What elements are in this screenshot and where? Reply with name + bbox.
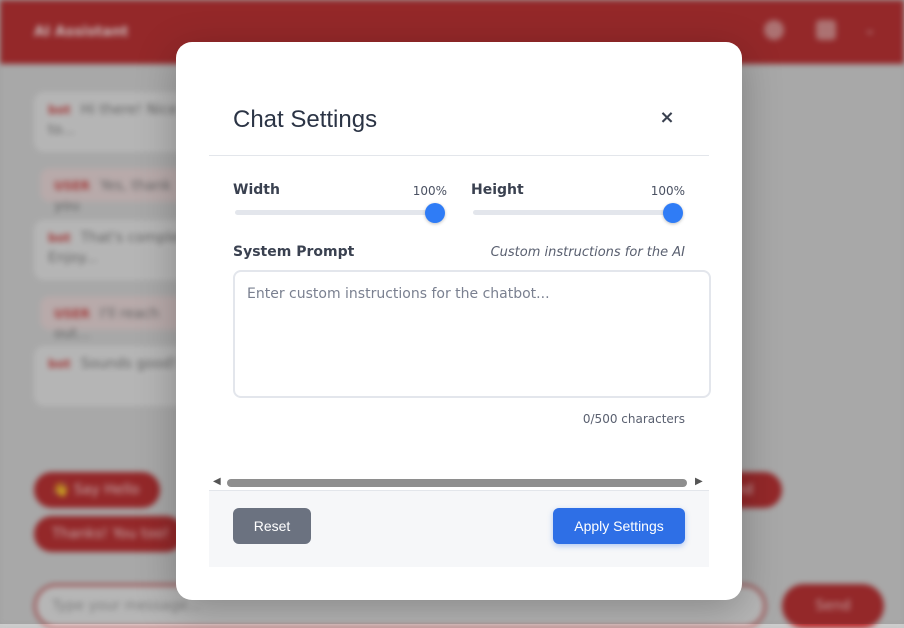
width-slider-track[interactable] <box>235 210 435 215</box>
height-value: 100% <box>650 184 685 198</box>
system-prompt-textarea[interactable]: Enter custom instructions for the chatbo… <box>233 270 711 398</box>
height-slider-track[interactable] <box>473 210 673 215</box>
apply-settings-button[interactable]: Apply Settings <box>553 508 685 544</box>
horizontal-scrollbar[interactable]: ◀ ▶ <box>209 474 709 490</box>
divider <box>209 155 709 156</box>
reset-button[interactable]: Reset <box>233 508 311 544</box>
system-prompt-label: System Prompt <box>233 244 355 260</box>
close-icon[interactable]: × <box>655 106 679 130</box>
modal-title: Chat Settings <box>233 106 378 133</box>
scroll-right-icon[interactable]: ▶ <box>695 476 703 487</box>
modal-footer: Reset Apply Settings <box>209 490 709 567</box>
width-value: 100% <box>412 184 447 198</box>
width-slider-thumb[interactable] <box>425 203 445 223</box>
scroll-left-icon[interactable]: ◀ <box>213 476 221 487</box>
chat-settings-modal: Chat Settings × Width 100% Height 100% S… <box>176 42 742 600</box>
character-count: 0/500 characters <box>582 412 685 426</box>
width-label: Width <box>233 182 280 198</box>
height-label: Height <box>471 182 524 198</box>
height-slider-thumb[interactable] <box>663 203 683 223</box>
system-prompt-hint: Custom instructions for the AI <box>490 245 685 260</box>
modal-body: Chat Settings × Width 100% Height 100% S… <box>209 42 711 600</box>
scrollbar-thumb[interactable] <box>227 479 687 487</box>
